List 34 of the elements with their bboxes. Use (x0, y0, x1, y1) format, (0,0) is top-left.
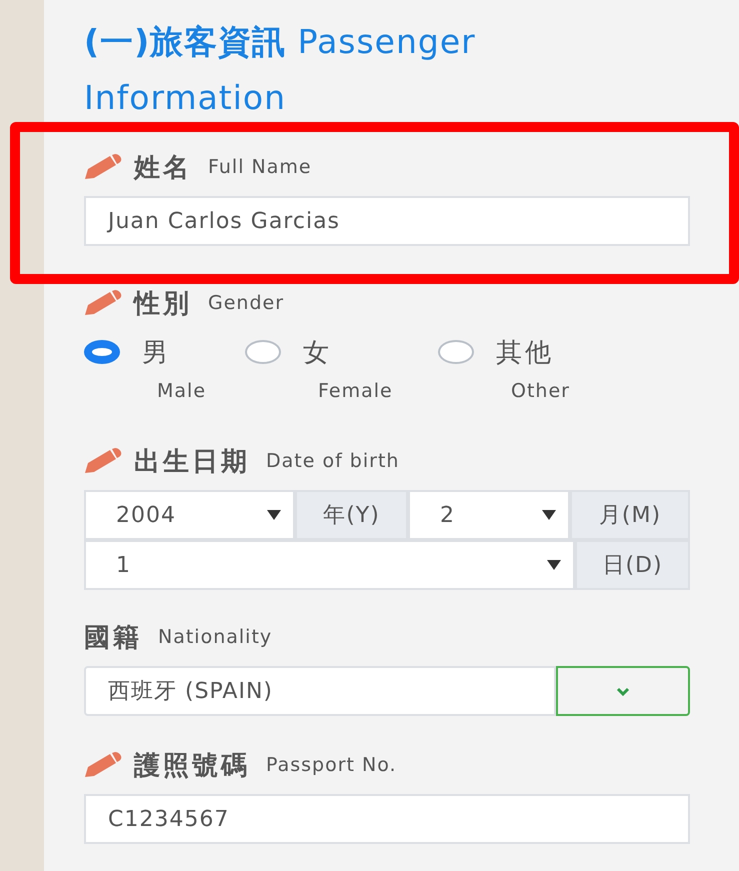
option-label: 其他 (496, 336, 554, 370)
field-label-english: Full Name (208, 156, 312, 178)
option-label-english: Female (318, 380, 394, 402)
unit-label: 年(Y) (295, 490, 408, 540)
caret-icon (267, 510, 281, 520)
option-label-english: Other (511, 380, 570, 402)
radio-button[interactable] (438, 340, 474, 364)
field-label: 護照號碼 (134, 750, 250, 782)
field-label: 性別 (134, 288, 192, 320)
field-label-english: Gender (208, 292, 284, 314)
option-label: 女 (303, 336, 332, 370)
field-label-english: Passport No. (266, 754, 397, 776)
field-label: 出生日期 (134, 446, 250, 478)
text-field[interactable]: C1234567 (84, 794, 690, 844)
unit-label: 日(D) (575, 540, 690, 590)
caret-icon (547, 560, 561, 570)
dropdown[interactable]: 2 (408, 490, 570, 540)
field-label: 姓名 (134, 152, 192, 184)
caret-icon (542, 510, 556, 520)
field-label-english: Nationality (158, 626, 272, 648)
field-label: 國籍 (84, 622, 142, 654)
section-title: (一)旅客資訊 Passenger Information (84, 21, 477, 119)
option-label: 男 (142, 336, 171, 370)
dropdown[interactable]: 2004 (84, 490, 295, 540)
field-label-english: Date of birth (266, 450, 400, 472)
unit-label: 月(M) (570, 490, 690, 540)
dropdown[interactable]: 1 (84, 540, 575, 590)
chevron-down-icon (616, 686, 630, 696)
select-field[interactable]: 西班牙 (SPAIN) (84, 666, 556, 716)
dropdown-button[interactable] (556, 666, 690, 716)
radio-button[interactable] (84, 340, 120, 364)
text-field[interactable]: Juan Carlos Garcias (84, 196, 690, 246)
option-label-english: Male (157, 380, 208, 402)
radio-button[interactable] (245, 340, 281, 364)
